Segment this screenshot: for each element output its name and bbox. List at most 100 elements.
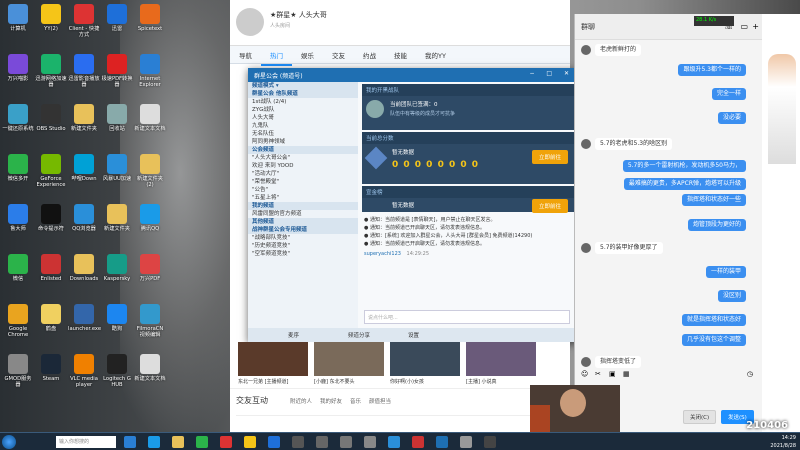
desktop-icon[interactable]: 鹤盘 bbox=[35, 304, 67, 332]
channel-group-header[interactable]: 战神群星公会专用频道 bbox=[248, 226, 358, 234]
desktop-icon[interactable]: 微信 bbox=[2, 254, 34, 282]
taskbar-app-icon[interactable] bbox=[316, 436, 328, 448]
taskbar-app-icon[interactable] bbox=[196, 436, 208, 448]
sender-avatar[interactable] bbox=[581, 357, 591, 367]
desktop-icon[interactable]: 迅雷影音播放器 bbox=[68, 54, 100, 88]
sender-avatar[interactable] bbox=[581, 45, 591, 55]
desktop-icon[interactable]: Google Chrome bbox=[2, 304, 34, 338]
channel-item[interactable]: "历史频道竞技" bbox=[248, 242, 358, 250]
channel-group-header[interactable]: 其他频道 bbox=[248, 218, 358, 226]
desktop-icon[interactable]: 酷狗 bbox=[101, 304, 133, 332]
channel-item[interactable]: 九鬼队 bbox=[248, 122, 358, 130]
bottom-bar-item[interactable]: 频道分享 bbox=[348, 331, 370, 339]
taskbar-app-icon[interactable] bbox=[292, 436, 304, 448]
taskbar-app-icon[interactable] bbox=[244, 436, 256, 448]
nav-tab[interactable]: 娱乐 bbox=[292, 46, 323, 64]
desktop-icon[interactable]: Enlisted bbox=[35, 254, 67, 282]
desktop-icon[interactable]: FilmoraCN 视频编辑 bbox=[134, 304, 166, 338]
sender-avatar[interactable] bbox=[581, 139, 591, 149]
channel-item[interactable]: 风雷同盟的官方频道 bbox=[248, 210, 358, 218]
taskbar-app-icon[interactable] bbox=[220, 436, 232, 448]
desktop-icon[interactable]: 风暴UU加速 bbox=[101, 154, 133, 182]
sender-avatar[interactable] bbox=[581, 243, 591, 253]
taskbar-app-icon[interactable] bbox=[388, 436, 400, 448]
channel-group-header[interactable]: 频道模式 ▾ bbox=[248, 82, 358, 90]
channel-item[interactable]: "五星上将" bbox=[248, 194, 358, 202]
desktop-icon[interactable]: GMOD服务器 bbox=[2, 354, 34, 388]
channel-item[interactable]: 阿同男神领域 bbox=[248, 138, 358, 146]
desktop-icon[interactable]: VLC media player bbox=[68, 354, 100, 388]
channel-item[interactable]: "公告" bbox=[248, 186, 358, 194]
desktop-icon[interactable]: 极速PDF转换器 bbox=[101, 54, 133, 88]
desktop-icon[interactable]: GeForce Experience bbox=[35, 154, 67, 188]
desktop-icon[interactable]: 新建文本文档 bbox=[134, 104, 166, 132]
desktop-icon[interactable]: Client - 快捷方式 bbox=[68, 4, 100, 38]
channel-item[interactable]: "荣誉殿堂" bbox=[248, 178, 358, 186]
desktop-icon[interactable]: YY(2) bbox=[35, 4, 67, 32]
taskbar-app-icon[interactable] bbox=[172, 436, 184, 448]
nav-tab[interactable]: 热门 bbox=[261, 46, 292, 66]
taskbar-app-icon[interactable] bbox=[364, 436, 376, 448]
desktop-icon[interactable]: Spicetext bbox=[134, 4, 166, 32]
video-icon[interactable]: ▭ bbox=[740, 22, 748, 31]
channel-item[interactable]: 1st战队 (2/4) bbox=[248, 98, 358, 106]
desktop-icon[interactable]: 新建文本文档 bbox=[134, 354, 166, 382]
desktop-icon[interactable]: 哔哩Down bbox=[68, 154, 100, 182]
desktop-icon[interactable]: 万兴PDF bbox=[134, 254, 166, 282]
folder-icon[interactable]: ▣ bbox=[609, 370, 616, 378]
stream-thumbnail[interactable]: 你好啊(小)女孩 bbox=[390, 342, 460, 385]
bottom-bar-item[interactable]: 设置 bbox=[408, 331, 419, 339]
desktop-icon[interactable]: QQ浏览器 bbox=[68, 204, 100, 232]
emoji-icon[interactable]: ☺ bbox=[581, 370, 588, 378]
channel-item[interactable]: "空军频道竞技" bbox=[248, 250, 358, 258]
desktop-icon[interactable]: Steam bbox=[35, 354, 67, 382]
taskbar-app-icon[interactable] bbox=[340, 436, 352, 448]
desktop-icon[interactable]: 回收站 bbox=[101, 104, 133, 132]
desktop-icon[interactable]: 新建文件夹 bbox=[68, 104, 100, 132]
channel-item[interactable]: 人头大哥 bbox=[248, 114, 358, 122]
desktop-icon[interactable]: 一键还原系统 bbox=[2, 104, 34, 132]
desktop-icon[interactable]: 万兴喵影 bbox=[2, 54, 34, 82]
desktop-icon[interactable]: Kaspersky bbox=[101, 254, 133, 282]
window-controls[interactable]: − □ ✕ bbox=[529, 70, 574, 77]
chat-input[interactable]: 说点什么吧... bbox=[364, 310, 570, 324]
channel-item[interactable]: "活动大厅" bbox=[248, 170, 358, 178]
desktop-icon[interactable]: 腾讯QQ bbox=[134, 204, 166, 232]
avatar[interactable] bbox=[236, 8, 264, 36]
desktop-icon[interactable]: 微信多开 bbox=[2, 154, 34, 182]
stream-thumbnail[interactable]: [小鹿] 东北不要头 bbox=[314, 342, 384, 385]
stream-thumbnail[interactable]: 东北一兄弟 [主播频道] bbox=[238, 342, 308, 385]
channel-group-header[interactable]: 群星公会 他队频道 bbox=[248, 90, 358, 98]
desktop-icon[interactable]: 新建文件夹 bbox=[101, 204, 133, 232]
channel-item[interactable]: 欢迎 来到 YOOD bbox=[248, 162, 358, 170]
clock[interactable]: 14:29 2021/8/28 bbox=[770, 434, 796, 450]
channel-item[interactable]: ZYG战队 bbox=[248, 106, 358, 114]
taskbar-search[interactable]: 输入你想搜的 bbox=[56, 436, 116, 448]
stream-thumbnail[interactable]: [主播] 小说真 bbox=[466, 342, 536, 385]
taskbar-app-icon[interactable] bbox=[484, 436, 496, 448]
desktop-icon[interactable]: 计算机 bbox=[2, 4, 34, 32]
go-button-1[interactable]: 立即前往 bbox=[531, 150, 568, 164]
taskbar-app-icon[interactable] bbox=[148, 436, 160, 448]
add-icon[interactable]: + bbox=[752, 22, 759, 31]
desktop-icon[interactable]: Internet Explorer bbox=[134, 54, 166, 88]
channel-item[interactable]: 无名队伍 bbox=[248, 130, 358, 138]
taskbar-app-icon[interactable] bbox=[412, 436, 424, 448]
nav-tab[interactable]: 我的YY bbox=[416, 46, 455, 64]
desktop-icon[interactable]: 迅雷 bbox=[101, 4, 133, 32]
nav-tab[interactable]: 交友 bbox=[323, 46, 354, 64]
desktop-icon[interactable]: 鲁大师 bbox=[2, 204, 34, 232]
taskbar-app-icon[interactable] bbox=[460, 436, 472, 448]
desktop-icon[interactable]: OBS Studio bbox=[35, 104, 67, 132]
taskbar-app-icon[interactable] bbox=[436, 436, 448, 448]
desktop-icon[interactable]: launcher.exe bbox=[68, 304, 101, 332]
history-icon[interactable]: ◷ bbox=[747, 370, 753, 378]
desktop-icon[interactable]: Downloads bbox=[68, 254, 100, 282]
taskbar-app-icon[interactable] bbox=[268, 436, 280, 448]
friend-tab[interactable]: 我的好友 bbox=[320, 399, 342, 405]
friend-tab[interactable]: 附近的人 bbox=[290, 399, 312, 405]
friend-tab[interactable]: 音乐 bbox=[350, 399, 361, 405]
friend-tab[interactable]: 颜值担当 bbox=[369, 399, 391, 405]
taskbar-app-icon[interactable] bbox=[124, 436, 136, 448]
channel-group-header[interactable]: 我的频道 bbox=[248, 202, 358, 210]
